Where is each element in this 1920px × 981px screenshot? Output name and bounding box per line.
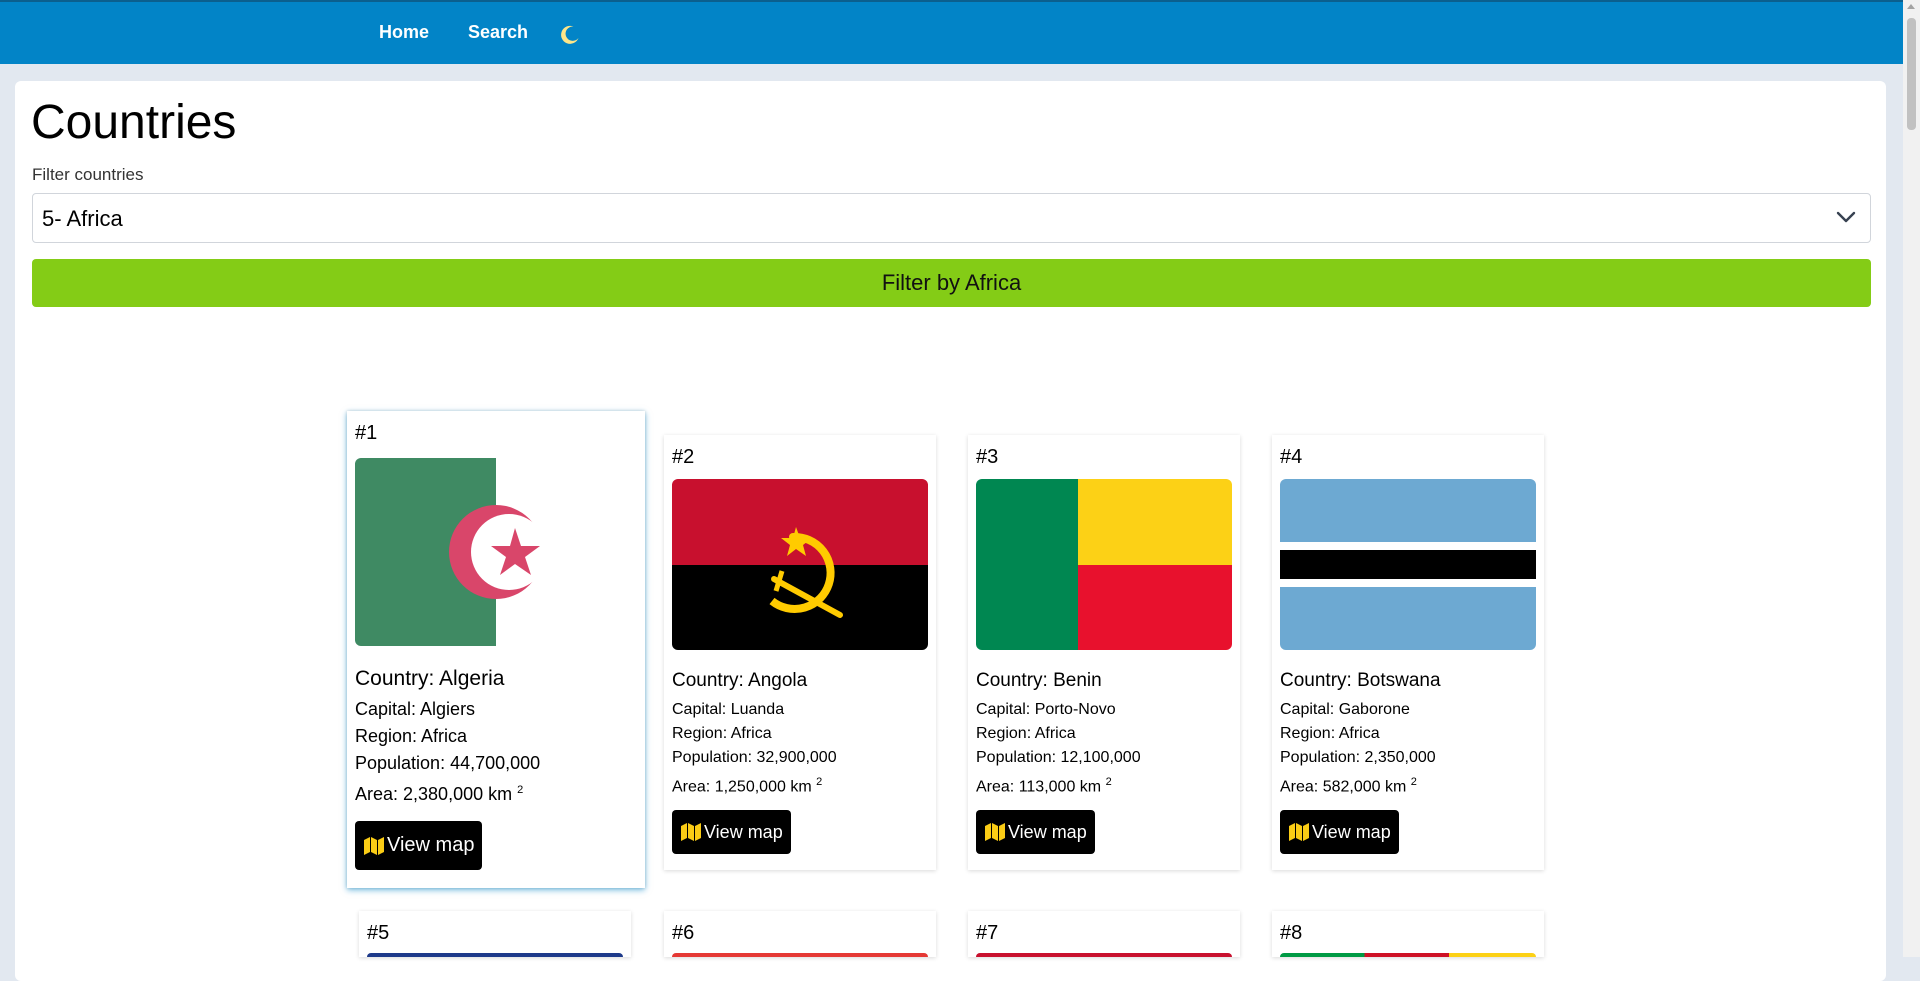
view-map-label: View map bbox=[1008, 821, 1087, 842]
view-map-button[interactable]: View map bbox=[976, 810, 1095, 854]
card-rank: #1 bbox=[355, 422, 378, 444]
country-card-8[interactable]: #8 bbox=[1272, 911, 1544, 957]
page-title: Countries bbox=[31, 96, 237, 149]
view-map-button[interactable]: View map bbox=[672, 810, 791, 854]
flag-partial bbox=[1280, 953, 1536, 957]
region-select-value: 5- Africa bbox=[42, 206, 123, 231]
card-rank: #8 bbox=[1280, 922, 1303, 944]
main-panel: Countries Filter countries 5- Africa Fil… bbox=[15, 81, 1886, 981]
filter-label: Filter countries bbox=[32, 165, 144, 184]
population-text: Population: 44,700,000 bbox=[355, 753, 541, 773]
country-card-5[interactable]: #5 bbox=[359, 911, 631, 957]
country-card-algeria[interactable]: #1 Country: Algeria Capital: Algiers Reg… bbox=[347, 411, 645, 888]
area-superscript: 2 bbox=[517, 784, 524, 796]
country-name: Country: Algeria bbox=[355, 667, 505, 690]
map-icon bbox=[681, 823, 701, 841]
area-text: Area: 1,250,000 km 2 bbox=[672, 770, 837, 799]
population-text: Population: 12,100,000 bbox=[976, 749, 1141, 766]
filter-button[interactable]: Filter by Africa bbox=[32, 259, 1871, 307]
capital-text: Capital: Algiers bbox=[355, 699, 476, 719]
country-card-7[interactable]: #7 bbox=[968, 911, 1240, 957]
area-value: Area: 113,000 km bbox=[976, 778, 1102, 796]
capital-text: Capital: Luanda bbox=[672, 701, 785, 718]
population-text: Population: 2,350,000 bbox=[1280, 749, 1436, 766]
top-navbar: Home Search bbox=[0, 0, 1903, 64]
region-text: Region: Africa bbox=[672, 725, 772, 742]
nav-search-link[interactable]: Search bbox=[468, 22, 528, 43]
area-value: Area: 582,000 km bbox=[1280, 778, 1407, 796]
flag-partial bbox=[367, 953, 623, 957]
view-map-label: View map bbox=[1312, 821, 1391, 842]
flag-algeria bbox=[355, 458, 543, 646]
page-scrollbar[interactable] bbox=[1903, 0, 1920, 957]
country-name: Country: Botswana bbox=[1280, 670, 1441, 691]
region-text: Region: Africa bbox=[355, 726, 468, 746]
flag-benin bbox=[976, 479, 1232, 650]
area-superscript: 2 bbox=[816, 776, 823, 788]
view-map-button[interactable]: View map bbox=[1280, 810, 1399, 854]
area-value: Area: 1,250,000 km bbox=[672, 778, 812, 796]
moon-icon[interactable] bbox=[558, 23, 582, 47]
capital-text: Capital: Porto-Novo bbox=[976, 701, 1116, 718]
area-text: Area: 2,380,000 km 2 bbox=[355, 777, 540, 808]
flag-partial bbox=[672, 953, 928, 957]
region-text: Region: Africa bbox=[976, 725, 1076, 742]
flag-angola bbox=[672, 479, 928, 650]
flag-partial bbox=[976, 953, 1232, 957]
card-info: Country: Botswana Capital: Gaborone Regi… bbox=[1280, 670, 1441, 799]
region-text: Region: Africa bbox=[1280, 725, 1380, 742]
view-map-label: View map bbox=[704, 821, 783, 842]
country-card-botswana[interactable]: #4 Country: Botswana Capital: Gaborone R… bbox=[1272, 435, 1544, 870]
country-card-6[interactable]: #6 bbox=[664, 911, 936, 957]
area-value: Area: 2,380,000 km bbox=[355, 784, 513, 804]
capital-text: Capital: Gaborone bbox=[1280, 701, 1410, 718]
view-map-label: View map bbox=[387, 834, 475, 856]
flag-botswana bbox=[1280, 479, 1536, 650]
view-map-button[interactable]: View map bbox=[355, 821, 483, 870]
card-rank: #7 bbox=[976, 922, 999, 944]
country-name: Country: Benin bbox=[976, 670, 1102, 691]
card-rank: #4 bbox=[1280, 446, 1303, 468]
card-rank: #6 bbox=[672, 922, 695, 944]
card-info: Country: Benin Capital: Porto-Novo Regio… bbox=[976, 670, 1141, 799]
card-rank: #3 bbox=[976, 446, 999, 468]
country-card-benin[interactable]: #3 Country: Benin Capital: Porto-Novo Re… bbox=[968, 435, 1240, 870]
card-rank: #5 bbox=[367, 922, 390, 944]
region-select[interactable]: 5- Africa bbox=[32, 193, 1871, 243]
chevron-down-icon bbox=[1836, 211, 1856, 223]
map-icon bbox=[364, 836, 384, 855]
scroll-thumb[interactable] bbox=[1907, 18, 1916, 130]
country-card-angola[interactable]: #2 Country: Angola Capital: Luanda Regio… bbox=[664, 435, 936, 870]
area-superscript: 2 bbox=[1105, 776, 1112, 788]
map-icon bbox=[985, 823, 1005, 841]
area-text: Area: 113,000 km 2 bbox=[976, 770, 1141, 799]
card-rank: #2 bbox=[672, 446, 695, 468]
area-text: Area: 582,000 km 2 bbox=[1280, 770, 1441, 799]
card-info: Country: Algeria Capital: Algiers Region… bbox=[355, 667, 540, 808]
map-icon bbox=[1289, 823, 1309, 841]
country-name: Country: Angola bbox=[672, 670, 808, 691]
card-info: Country: Angola Capital: Luanda Region: … bbox=[672, 670, 837, 799]
scroll-up-arrow-icon[interactable] bbox=[1907, 4, 1915, 9]
nav-home-link[interactable]: Home bbox=[379, 22, 429, 43]
area-superscript: 2 bbox=[1410, 776, 1417, 788]
population-text: Population: 32,900,000 bbox=[672, 749, 837, 766]
